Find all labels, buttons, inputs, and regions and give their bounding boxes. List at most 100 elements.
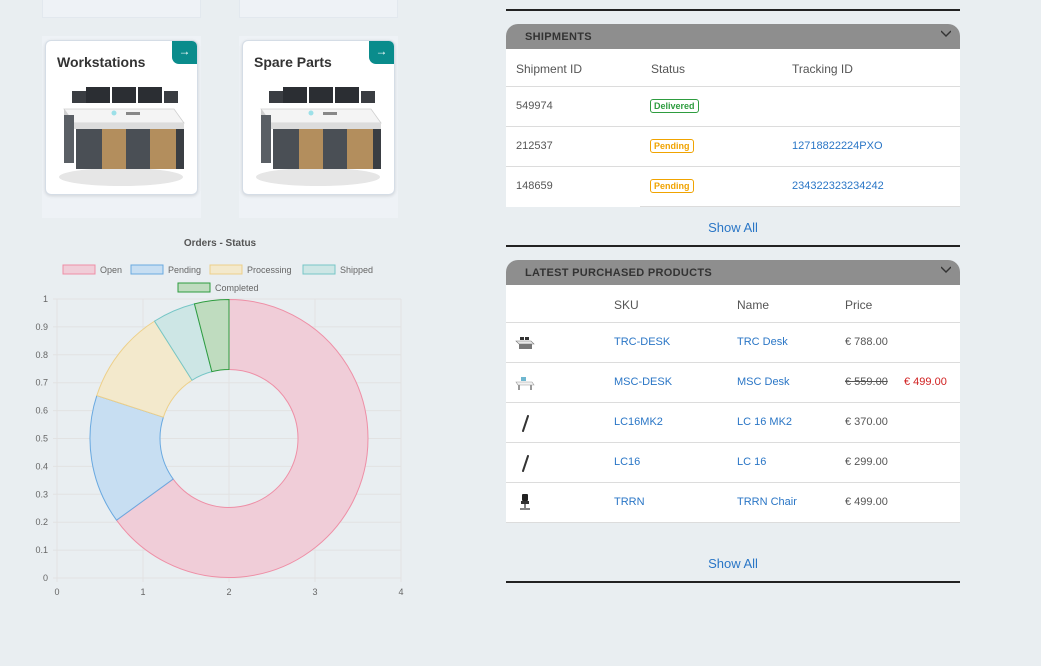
y-tick-label: 0.6 [35, 406, 48, 416]
product-name-link[interactable]: LC 16 MK2 [737, 416, 792, 428]
chevron-down-icon[interactable] [941, 28, 951, 38]
product-thumbnail [515, 377, 535, 390]
table-row[interactable]: 148659 Pending 234322323234242 [506, 167, 960, 207]
product-thumbnail [520, 494, 530, 510]
shipment-id: 212537 [516, 140, 553, 152]
tile-card[interactable]: Workstations → [45, 40, 198, 195]
product-sku-link[interactable]: LC16 [614, 456, 640, 468]
y-tick-label: 0.7 [35, 378, 48, 388]
legend-swatch [177, 282, 211, 293]
col-price: Price [845, 298, 873, 312]
legend-label: Processing [247, 265, 292, 275]
y-tick-label: 0.5 [35, 434, 48, 444]
y-tick-label: 0.4 [35, 461, 48, 471]
products-show-all-link[interactable]: Show All [506, 556, 960, 571]
shipments-title: SHIPMENTS [525, 31, 592, 43]
product-sale-price: € 499.00 [904, 376, 947, 388]
product-name-link[interactable]: MSC Desk [737, 376, 790, 388]
spare-parts-desk-image [256, 87, 382, 186]
chart-title: Orders - Status [184, 238, 257, 249]
arrow-right-icon[interactable]: → [172, 41, 197, 64]
tile-spare-parts[interactable]: Spare Parts → [239, 36, 398, 218]
table-row[interactable]: 212537 Pending 12718822224PXO [506, 127, 960, 167]
products-title: LATEST PURCHASED PRODUCTS [525, 267, 712, 279]
table-row[interactable]: LC16MK2 LC 16 MK2 € 370.00 [506, 403, 960, 443]
x-tick-label: 1 [140, 587, 145, 597]
y-tick-label: 0.3 [35, 489, 48, 499]
y-tick-label: 0.2 [35, 517, 48, 527]
product-name-link[interactable]: TRC Desk [737, 336, 788, 348]
y-tick-label: 0 [43, 573, 48, 583]
tile-workstations[interactable]: Workstations → [42, 36, 201, 218]
chevron-down-icon[interactable] [941, 264, 951, 274]
shipments-show-all-link[interactable]: Show All [506, 220, 960, 235]
y-tick-label: 0.8 [35, 350, 48, 360]
product-price: € 499.00 [845, 496, 888, 508]
orders-status-chart: Orders - Status Open Pending Processing Ship… [0, 228, 460, 608]
table-row[interactable]: LC16 LC 16 € 299.00 [506, 443, 960, 483]
product-name-link[interactable]: LC 16 [737, 456, 766, 468]
x-tick-label: 3 [312, 587, 317, 597]
shipments-panel-header[interactable]: SHIPMENTS [506, 24, 960, 49]
divider [506, 581, 960, 583]
divider [506, 245, 960, 247]
tracking-link[interactable]: 234322323234242 [792, 180, 884, 192]
divider [506, 9, 960, 11]
legend-swatch [209, 264, 243, 275]
product-price: € 370.00 [845, 416, 888, 428]
status-badge: Pending [650, 139, 694, 153]
legend-swatch [62, 264, 96, 275]
product-sku-link[interactable]: TRRN [614, 496, 645, 508]
product-price: € 299.00 [845, 456, 888, 468]
product-thumbnail [522, 455, 529, 472]
col-status: Status [651, 62, 686, 76]
col-sku: SKU [614, 298, 639, 312]
product-price: € 788.00 [845, 336, 888, 348]
legend-label: Completed [215, 283, 259, 293]
products-table: SKU Name Price TRC-DESK TRC Desk € 788.0… [506, 285, 960, 523]
table-header-row: Shipment ID Status Tracking ID [506, 49, 960, 87]
tile-title: Workstations [57, 54, 146, 70]
shipments-table: Shipment ID Status Tracking ID 549974 De… [506, 49, 960, 207]
panel-spacer [506, 523, 960, 581]
chart-svg: Orders - Status Open Pending Processing Ship… [35, 238, 403, 597]
workstation-desk-image [59, 87, 185, 186]
table-row[interactable]: MSC-DESK MSC Desk € 559.00 € 499.00 [506, 363, 960, 403]
y-tick-label: 0.1 [35, 545, 48, 555]
table-header-row: SKU Name Price [506, 285, 960, 323]
product-name-link[interactable]: TRRN Chair [737, 496, 797, 508]
products-panel-header[interactable]: LATEST PURCHASED PRODUCTS [506, 260, 960, 285]
product-sku-link[interactable]: TRC-DESK [614, 336, 670, 348]
tile-stub-left [42, 0, 201, 18]
table-row[interactable]: 549974 Delivered [506, 87, 960, 127]
status-badge: Pending [650, 179, 694, 193]
product-old-price: € 559.00 [845, 376, 888, 388]
y-tick-label: 1 [43, 294, 48, 304]
product-thumbnail [522, 415, 529, 432]
tile-stub-right [239, 0, 398, 18]
x-tick-label: 4 [398, 587, 403, 597]
status-badge: Delivered [650, 99, 699, 113]
shipment-id: 549974 [516, 100, 553, 112]
tile-title: Spare Parts [254, 54, 332, 70]
legend-swatch [302, 264, 336, 275]
legend-label: Pending [168, 265, 201, 275]
arrow-right-icon[interactable]: → [369, 41, 394, 64]
tile-card[interactable]: Spare Parts → [242, 40, 395, 195]
tracking-link[interactable]: 12718822224PXO [792, 140, 883, 152]
y-tick-label: 0.9 [35, 322, 48, 332]
product-thumbnail [515, 337, 535, 349]
legend-label: Shipped [340, 265, 373, 275]
table-row[interactable]: TRC-DESK TRC Desk € 788.00 [506, 323, 960, 363]
legend-swatch [130, 264, 164, 275]
x-tick-label: 2 [226, 587, 231, 597]
col-name: Name [737, 298, 770, 312]
table-row[interactable]: TRRN TRRN Chair € 499.00 [506, 483, 960, 523]
product-sku-link[interactable]: MSC-DESK [614, 376, 672, 388]
col-tracking-id: Tracking ID [792, 62, 853, 76]
x-tick-label: 0 [54, 587, 59, 597]
shipment-id: 148659 [516, 180, 553, 192]
legend-label: Open [100, 265, 122, 275]
table-bottom-border [640, 206, 960, 207]
product-sku-link[interactable]: LC16MK2 [614, 416, 663, 428]
